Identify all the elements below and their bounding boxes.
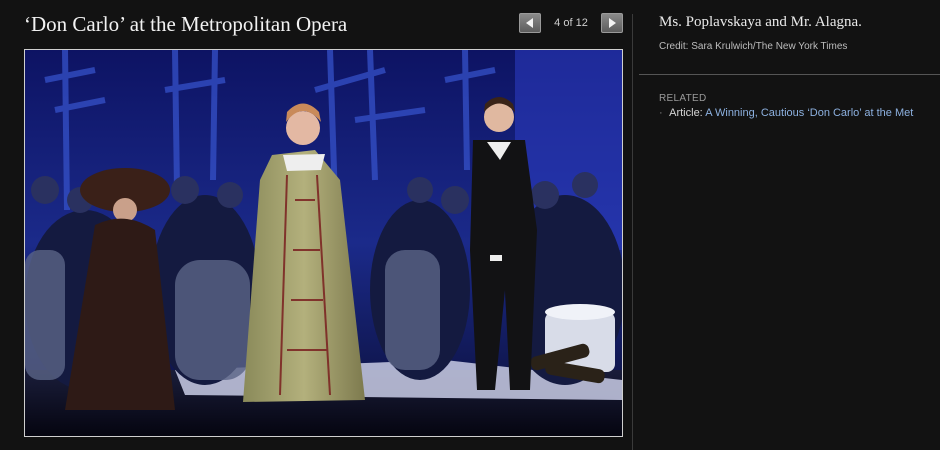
photo-caption: Ms. Poplavskaya and Mr. Alagna. [659,14,862,30]
sidebar-divider [639,74,940,75]
related-heading: RELATED [659,93,707,104]
related-item-prefix: Article: [669,107,703,119]
next-button[interactable] [601,13,623,33]
related-item: · Article: A Winning, Cautious ‘Don Carl… [659,107,913,119]
related-article-link[interactable]: A Winning, Cautious ‘Don Carlo’ at the M… [705,107,913,119]
opera-stage-photo [25,50,622,436]
arrow-left-icon [524,17,536,29]
slideshow-title: ‘Don Carlo’ at the Metropolitan Opera [24,12,348,36]
arrow-right-icon [606,17,618,29]
photo-credit: Credit: Sara Krulwich/The New York Times [659,41,848,52]
bullet-icon: · [659,107,663,119]
slide-photo[interactable] [24,49,623,437]
slideshow-panel: ‘Don Carlo’ at the Metropolitan Opera 4 … [0,0,632,450]
column-divider [632,14,633,450]
previous-button[interactable] [519,13,541,33]
slide-counter: 4 of 12 [554,17,588,29]
